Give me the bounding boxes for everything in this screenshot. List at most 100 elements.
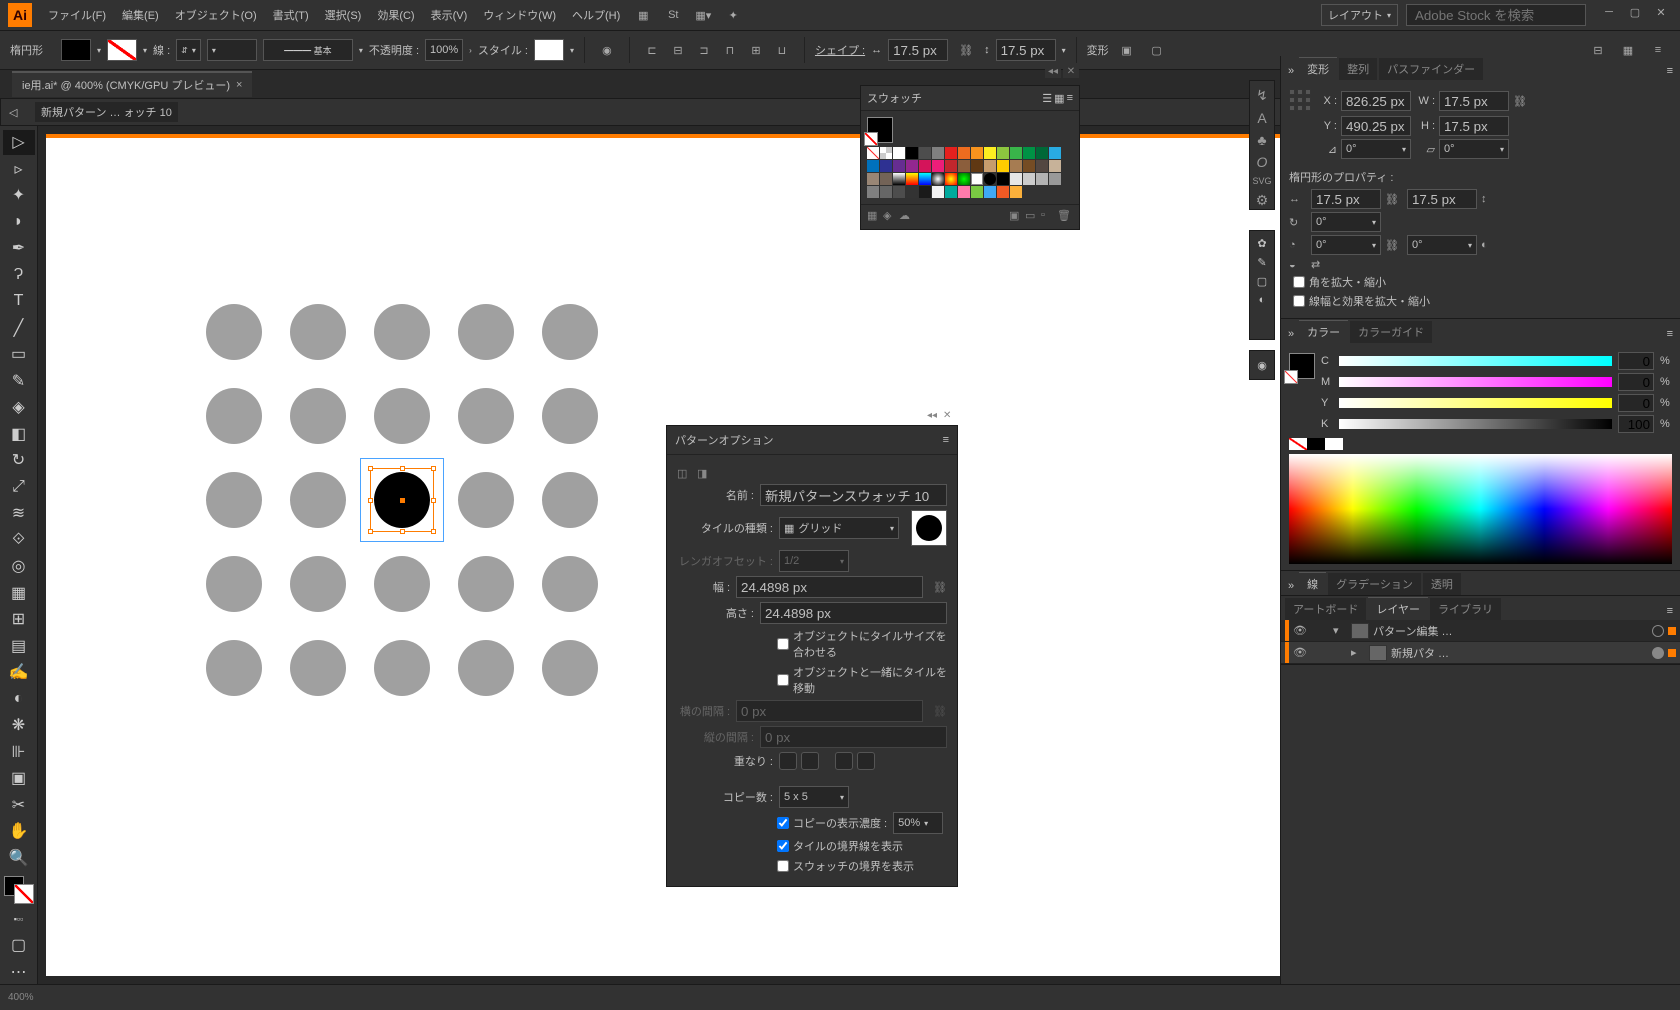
- line-tool[interactable]: ╱: [3, 316, 35, 341]
- hand-tool[interactable]: ✋: [3, 819, 35, 844]
- collapsed-panel-strip-1[interactable]: ↯ A ♣ O SVG ⚙: [1249, 80, 1275, 210]
- swatch-library-icon[interactable]: ▦: [867, 209, 883, 225]
- color-menu-icon[interactable]: ≡: [1664, 325, 1676, 343]
- align-top-icon[interactable]: ⊓: [718, 38, 742, 62]
- dim-copies-value[interactable]: 50%▾: [893, 812, 943, 834]
- free-transform-tool[interactable]: ⟐: [3, 528, 35, 553]
- rotate-tool[interactable]: ↻: [3, 448, 35, 473]
- po-collapse-icon[interactable]: ◂◂: [927, 410, 941, 422]
- fill-stroke-indicator[interactable]: [4, 876, 34, 904]
- y-input[interactable]: [1341, 116, 1411, 136]
- screen-mode-tool[interactable]: ▢: [3, 933, 35, 958]
- overlap-top-front[interactable]: [835, 752, 853, 770]
- collapsed-panel-strip-3[interactable]: ◉: [1249, 350, 1275, 380]
- slice-tool[interactable]: ✂: [3, 793, 35, 818]
- brush-dropdown-icon[interactable]: ▾: [359, 46, 363, 55]
- edit-icon[interactable]: ▢: [1145, 38, 1169, 62]
- reference-point-selector[interactable]: [1289, 89, 1313, 113]
- color-stroke-indicator[interactable]: [1284, 370, 1298, 384]
- eraser-tool[interactable]: ◧: [3, 422, 35, 447]
- ellipse-w-input[interactable]: [1311, 189, 1381, 209]
- menu-object[interactable]: オブジェクト(O): [167, 3, 265, 27]
- tab-stroke[interactable]: 線: [1299, 572, 1326, 595]
- cyan-value[interactable]: [1618, 352, 1654, 370]
- visibility-icon[interactable]: 👁: [1293, 624, 1309, 637]
- menu-file[interactable]: ファイル(F): [40, 3, 114, 27]
- visibility-icon[interactable]: 👁: [1293, 646, 1309, 659]
- flip-icon[interactable]: ⇄: [1311, 258, 1329, 271]
- recolor-artwork-icon[interactable]: ◉: [595, 38, 619, 62]
- tab-library[interactable]: ライブラリ: [1430, 598, 1501, 620]
- image-trace-icon[interactable]: ◐: [1259, 294, 1266, 306]
- link-wh-icon[interactable]: ⛓: [954, 38, 978, 62]
- tab-pathfinder[interactable]: パスファインダー: [1379, 58, 1483, 80]
- panel-menu-icon[interactable]: ≡: [943, 434, 949, 446]
- align-vcenter-icon[interactable]: ⊞: [744, 38, 768, 62]
- panel-close-icon[interactable]: ✕: [1063, 64, 1079, 78]
- layer-name-child[interactable]: 新規パタ …: [1391, 645, 1648, 661]
- magic-wand-tool[interactable]: ✦: [3, 183, 35, 208]
- pie-link-icon[interactable]: ⛓: [1385, 239, 1403, 252]
- scale-corners-checkbox[interactable]: [1293, 276, 1305, 288]
- tile-move-icon[interactable]: ◨: [697, 467, 711, 480]
- pie-start-input[interactable]: 0°▾: [1311, 235, 1381, 255]
- brush-definition[interactable]: ━━━ 基本: [263, 39, 353, 61]
- tile-type-dropdown[interactable]: ▦ グリッド ▾: [779, 517, 899, 539]
- dim-copies-checkbox[interactable]: コピーの表示濃度 :: [777, 815, 887, 831]
- window-maximize[interactable]: ▢: [1624, 6, 1646, 24]
- shaper-tool[interactable]: ◈: [3, 395, 35, 420]
- zoom-tool[interactable]: 🔍: [3, 846, 35, 871]
- tab-layers[interactable]: レイヤー: [1368, 597, 1428, 620]
- magenta-slider[interactable]: [1339, 377, 1612, 387]
- menu-type[interactable]: 書式(T): [265, 3, 317, 27]
- svg-icon[interactable]: SVG: [1252, 176, 1272, 186]
- color-mode-icons[interactable]: ▪▫▫: [3, 906, 35, 931]
- layers-menu-icon[interactable]: ≡: [1664, 602, 1676, 620]
- color-spectrum[interactable]: [1289, 454, 1672, 564]
- layer-row-parent[interactable]: 👁 ▾ パターン編集 …: [1281, 620, 1680, 642]
- document-tab[interactable]: ie用.ai* @ 400% (CMYK/GPU プレビュー) ×: [12, 71, 252, 97]
- symbols-icon[interactable]: ✿: [1257, 237, 1266, 250]
- tab-close-icon[interactable]: ×: [236, 79, 242, 91]
- link-ellipse-icon[interactable]: ⛓: [1385, 193, 1403, 206]
- delete-swatch-icon[interactable]: 🗑: [1057, 209, 1073, 225]
- gradient-tool[interactable]: ▤: [3, 634, 35, 659]
- tab-color-guide[interactable]: カラーガイド: [1350, 321, 1432, 343]
- tab-artboard[interactable]: アートボード: [1285, 598, 1366, 620]
- transform-menu-icon[interactable]: ≡: [1664, 62, 1676, 80]
- bridge-icon[interactable]: ▦: [630, 2, 656, 28]
- paragraph-icon[interactable]: ♣: [1252, 132, 1272, 148]
- appearance-icon[interactable]: ◉: [1257, 359, 1267, 372]
- align-left-icon[interactable]: ⊏: [640, 38, 664, 62]
- pattern-options-panel[interactable]: ◂◂ ✕ パターンオプション ≡ ◫ ◨ 名前 : タイルの種類 : ▦ グリッ…: [666, 425, 958, 887]
- overlap-left-front[interactable]: [779, 752, 797, 770]
- tile-height-input[interactable]: [760, 602, 947, 624]
- pie-end-input[interactable]: 0°▾: [1407, 235, 1477, 255]
- layer-row-child[interactable]: 👁 ▸ 新規パタ …: [1281, 642, 1680, 664]
- graphic-style-swatch[interactable]: [534, 39, 564, 61]
- pen-tool[interactable]: ✒: [3, 236, 35, 261]
- window-minimize[interactable]: ─: [1598, 6, 1620, 24]
- fill-dropdown-icon[interactable]: ▾: [97, 46, 101, 55]
- swatch-options-icon[interactable]: ▣: [1009, 209, 1025, 225]
- graphic-styles-icon[interactable]: ▢: [1257, 275, 1267, 288]
- shape-properties-link[interactable]: シェイプ :: [815, 42, 865, 58]
- tab-color[interactable]: カラー: [1299, 320, 1348, 343]
- menu-select[interactable]: 選択(S): [317, 3, 370, 27]
- align-right-icon[interactable]: ⊐: [692, 38, 716, 62]
- window-close[interactable]: ✕: [1650, 6, 1672, 24]
- scale-strokes-checkbox[interactable]: [1293, 295, 1305, 307]
- twirl-down-icon[interactable]: ▾: [1333, 624, 1347, 637]
- swatch-grid[interactable]: [867, 147, 1067, 198]
- h-input[interactable]: [1439, 116, 1509, 136]
- tab-gradient[interactable]: グラデーション: [1328, 573, 1421, 595]
- variable-width-profile[interactable]: ▾: [207, 39, 257, 61]
- rectangle-tool[interactable]: ▭: [3, 342, 35, 367]
- shape-builder-tool[interactable]: ◎: [3, 554, 35, 579]
- menu-effect[interactable]: 効果(C): [369, 3, 422, 27]
- target-icon[interactable]: [1652, 625, 1664, 637]
- new-swatch-icon[interactable]: ▫: [1041, 209, 1057, 225]
- cyan-slider[interactable]: [1339, 356, 1612, 366]
- reset-icon[interactable]: ◒: [1289, 259, 1307, 271]
- stroke-weight-input[interactable]: ⇵▾: [176, 39, 201, 61]
